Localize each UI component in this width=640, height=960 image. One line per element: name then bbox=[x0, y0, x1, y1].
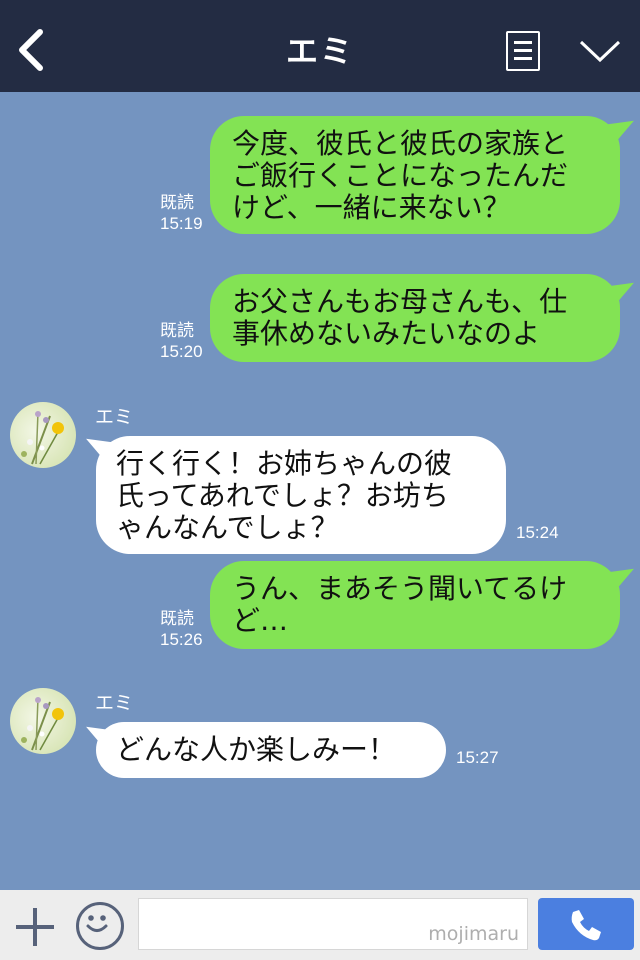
sender-name: エミ bbox=[95, 406, 134, 428]
message-bubble-received[interactable]: どんな人か楽しみー！ bbox=[96, 722, 446, 778]
read-status: 既読 15:26 bbox=[160, 609, 203, 649]
watermark: mojimaru bbox=[428, 923, 519, 945]
flower-icon bbox=[21, 697, 64, 751]
call-button[interactable] bbox=[538, 898, 634, 950]
sender-name: エミ bbox=[95, 692, 134, 714]
message-time: 15:24 bbox=[516, 523, 559, 542]
read-status: 既読 15:19 bbox=[160, 193, 203, 233]
avatar[interactable] bbox=[10, 688, 76, 754]
message-bubble-sent[interactable]: お父さんもお母さんも、仕 事休めないみたいなのよ bbox=[210, 274, 620, 362]
avatar[interactable] bbox=[10, 402, 76, 468]
input-bar: mojimaru bbox=[0, 890, 640, 960]
chat-header: エミ bbox=[0, 0, 640, 92]
message-bubble-sent[interactable]: うん、まあそう聞いてるけ ど… bbox=[210, 561, 620, 649]
message-time: 15:27 bbox=[456, 748, 499, 767]
smiley-icon[interactable] bbox=[76, 902, 124, 950]
chat-title: エミ bbox=[285, 32, 354, 70]
message-bubble-sent[interactable]: 今度、彼氏と彼氏の家族と ご飯行くことになったんだ けど、一緒に来ない？ bbox=[210, 116, 620, 234]
plus-icon[interactable] bbox=[14, 906, 56, 948]
phone-icon bbox=[571, 910, 601, 941]
notes-icon[interactable] bbox=[506, 31, 540, 71]
message-bubble-received[interactable]: 行く行く！お姉ちゃんの彼 氏ってあれでしょ？お坊ち ゃんなんでしょ？ bbox=[96, 436, 506, 554]
chevron-down-icon[interactable] bbox=[578, 38, 622, 66]
read-status: 既読 15:20 bbox=[160, 321, 203, 361]
message-input[interactable]: mojimaru bbox=[138, 898, 528, 950]
flower-icon bbox=[21, 411, 64, 465]
